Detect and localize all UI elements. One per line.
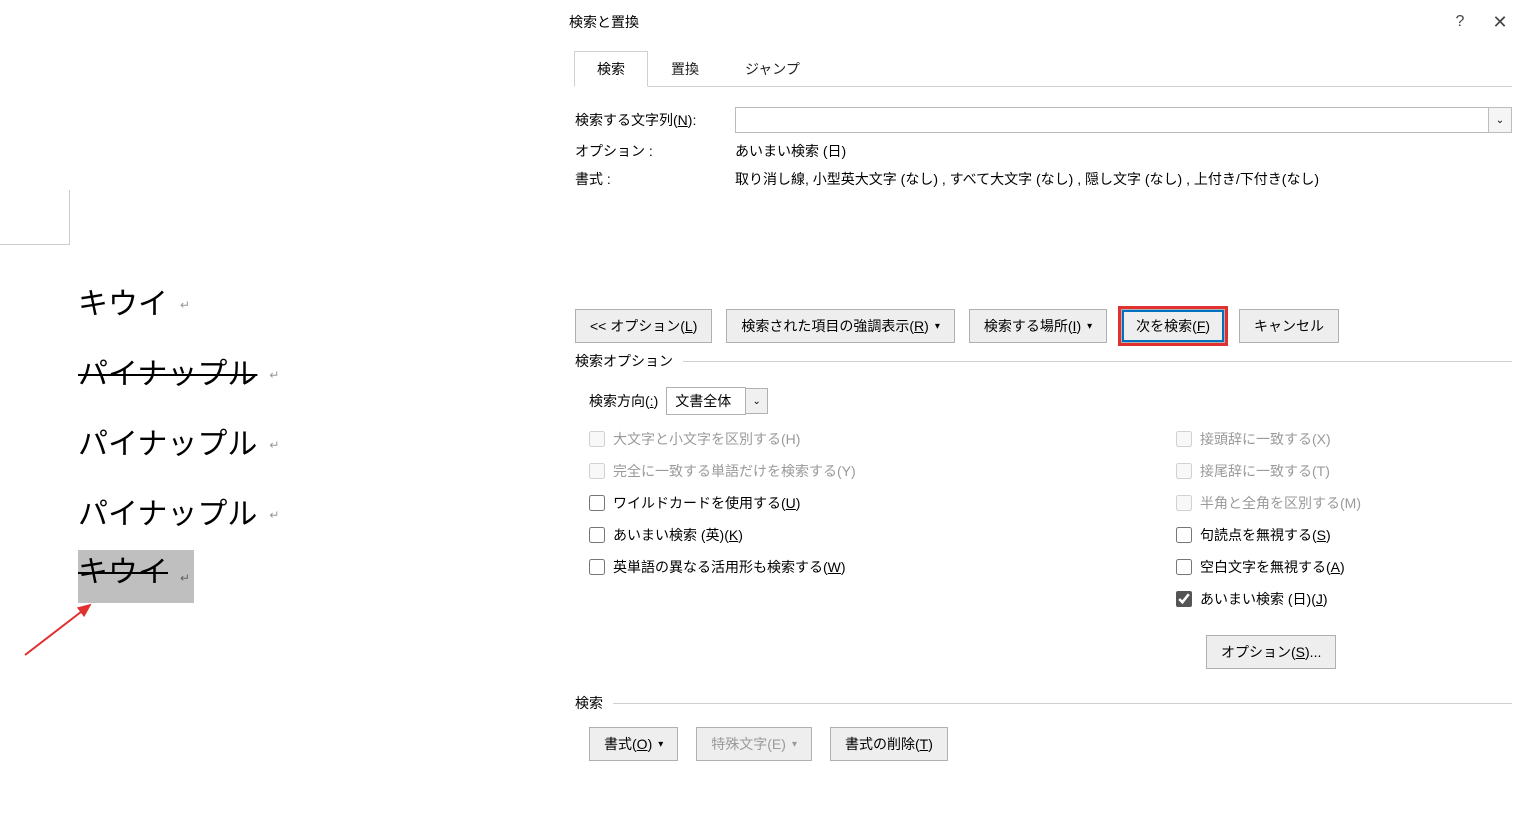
annotation-arrow xyxy=(20,600,100,660)
tabs: 検索 置換 ジャンプ xyxy=(574,50,1512,87)
opt-word-forms[interactable]: 英単語の異なる活用形も検索する(W) xyxy=(589,557,1176,577)
paragraph-mark: ↵ xyxy=(180,571,190,585)
less-options-button[interactable]: << オプション(L) xyxy=(575,309,712,343)
doc-line: パイナップル↵ xyxy=(78,480,279,550)
doc-line: パイナップル↵ xyxy=(78,410,279,480)
opt-match-case: 大文字と小文字を区別する(H) xyxy=(589,429,1176,449)
option-row-label: オプション : xyxy=(575,141,735,161)
close-button[interactable]: ✕ xyxy=(1480,12,1520,33)
dialog-titlebar: 検索と置換 ? ✕ xyxy=(553,0,1534,44)
search-options-group: 検索オプション 検索方向(:) 文書全体 ⌄ 大文字と小文字を区別する(H) 完… xyxy=(575,351,1512,675)
chevron-down-icon[interactable]: ⌄ xyxy=(746,388,768,414)
opt-match-suffix: 接尾辞に一致する(T) xyxy=(1176,461,1330,481)
no-formatting-button[interactable]: 書式の削除(T) xyxy=(830,727,948,761)
tab-goto[interactable]: ジャンプ xyxy=(722,51,823,87)
opt-wildcards[interactable]: ワイルドカードを使用する(U) xyxy=(589,493,1176,513)
search-direction-value: 文書全体 xyxy=(666,387,746,415)
search-direction-label: 検索方向(:) xyxy=(589,391,658,411)
format-row-label: 書式 : xyxy=(575,169,735,189)
find-format-title: 検索 xyxy=(575,693,1512,713)
doc-line: キウイ↵ xyxy=(78,270,279,340)
opt-match-prefix: 接頭辞に一致する(X) xyxy=(1176,429,1331,449)
doc-line: パイナップル↵ xyxy=(78,340,279,410)
opt-whole-word: 完全に一致する単語だけを検索する(Y) xyxy=(589,461,1176,481)
selection-highlight: キウイ↵ xyxy=(78,550,194,603)
document-page: キウイ↵ パイナップル↵ パイナップル↵ パイナップル↵ キウイ↵ xyxy=(0,0,545,827)
find-form: 検索する文字列(N): ⌄ オプション : あいまい検索 (日) 書式 : 取り… xyxy=(575,107,1512,189)
document-text: キウイ↵ パイナップル↵ パイナップル↵ パイナップル↵ キウイ↵ xyxy=(78,270,279,603)
format-button[interactable]: 書式(O)▾ xyxy=(589,727,678,761)
find-in-button[interactable]: 検索する場所(I)▾ xyxy=(969,309,1107,343)
paragraph-mark: ↵ xyxy=(269,480,279,550)
dialog-title: 検索と置換 xyxy=(569,12,1440,32)
dialog-buttons-row: << オプション(L) 検索された項目の強調表示(R)▾ 検索する場所(I)▾ … xyxy=(575,309,1512,343)
opt-match-width: 半角と全角を区別する(M) xyxy=(1176,493,1361,513)
find-history-dropdown[interactable]: ⌄ xyxy=(1488,107,1512,133)
page-corner xyxy=(0,190,70,245)
tab-replace[interactable]: 置換 xyxy=(648,51,722,87)
find-next-button[interactable]: 次を検索(F) xyxy=(1121,309,1225,343)
paragraph-mark: ↵ xyxy=(180,270,190,340)
tab-find[interactable]: 検索 xyxy=(574,51,648,87)
search-options-title: 検索オプション xyxy=(575,351,1512,371)
opt-sounds-like-en[interactable]: あいまい検索 (英)(K) xyxy=(589,525,1176,545)
paragraph-mark: ↵ xyxy=(269,410,279,480)
opt-ignore-punct[interactable]: 句読点を無視する(S) xyxy=(1176,525,1331,545)
doc-line: キウイ↵ xyxy=(78,550,279,603)
reading-highlight-button[interactable]: 検索された項目の強調表示(R)▾ xyxy=(726,309,955,343)
opt-ignore-space[interactable]: 空白文字を無視する(A) xyxy=(1176,557,1345,577)
paragraph-mark: ↵ xyxy=(269,340,279,410)
find-what-label: 検索する文字列(N): xyxy=(575,110,735,130)
option-row-value: あいまい検索 (日) xyxy=(735,141,1512,161)
special-button: 特殊文字(E)▾ xyxy=(696,727,812,761)
opt-sounds-like-ja[interactable]: あいまい検索 (日)(J) xyxy=(1176,589,1328,609)
format-row-value: 取り消し線, 小型英大文字 (なし) , すべて大文字 (なし) , 隠し文字 … xyxy=(735,169,1512,189)
cancel-button[interactable]: キャンセル xyxy=(1239,309,1339,343)
find-format-group: 検索 書式(O)▾ 特殊文字(E)▾ 書式の削除(T) xyxy=(575,693,1512,767)
help-button[interactable]: ? xyxy=(1440,13,1480,31)
find-what-input[interactable] xyxy=(735,107,1488,133)
fuzzy-options-button[interactable]: オプション(S)... xyxy=(1206,635,1336,669)
search-direction-select[interactable]: 文書全体 ⌄ xyxy=(666,387,768,415)
find-replace-dialog: 検索と置換 ? ✕ 検索 置換 ジャンプ 検索する文字列(N): ⌄ オプション… xyxy=(553,0,1534,827)
